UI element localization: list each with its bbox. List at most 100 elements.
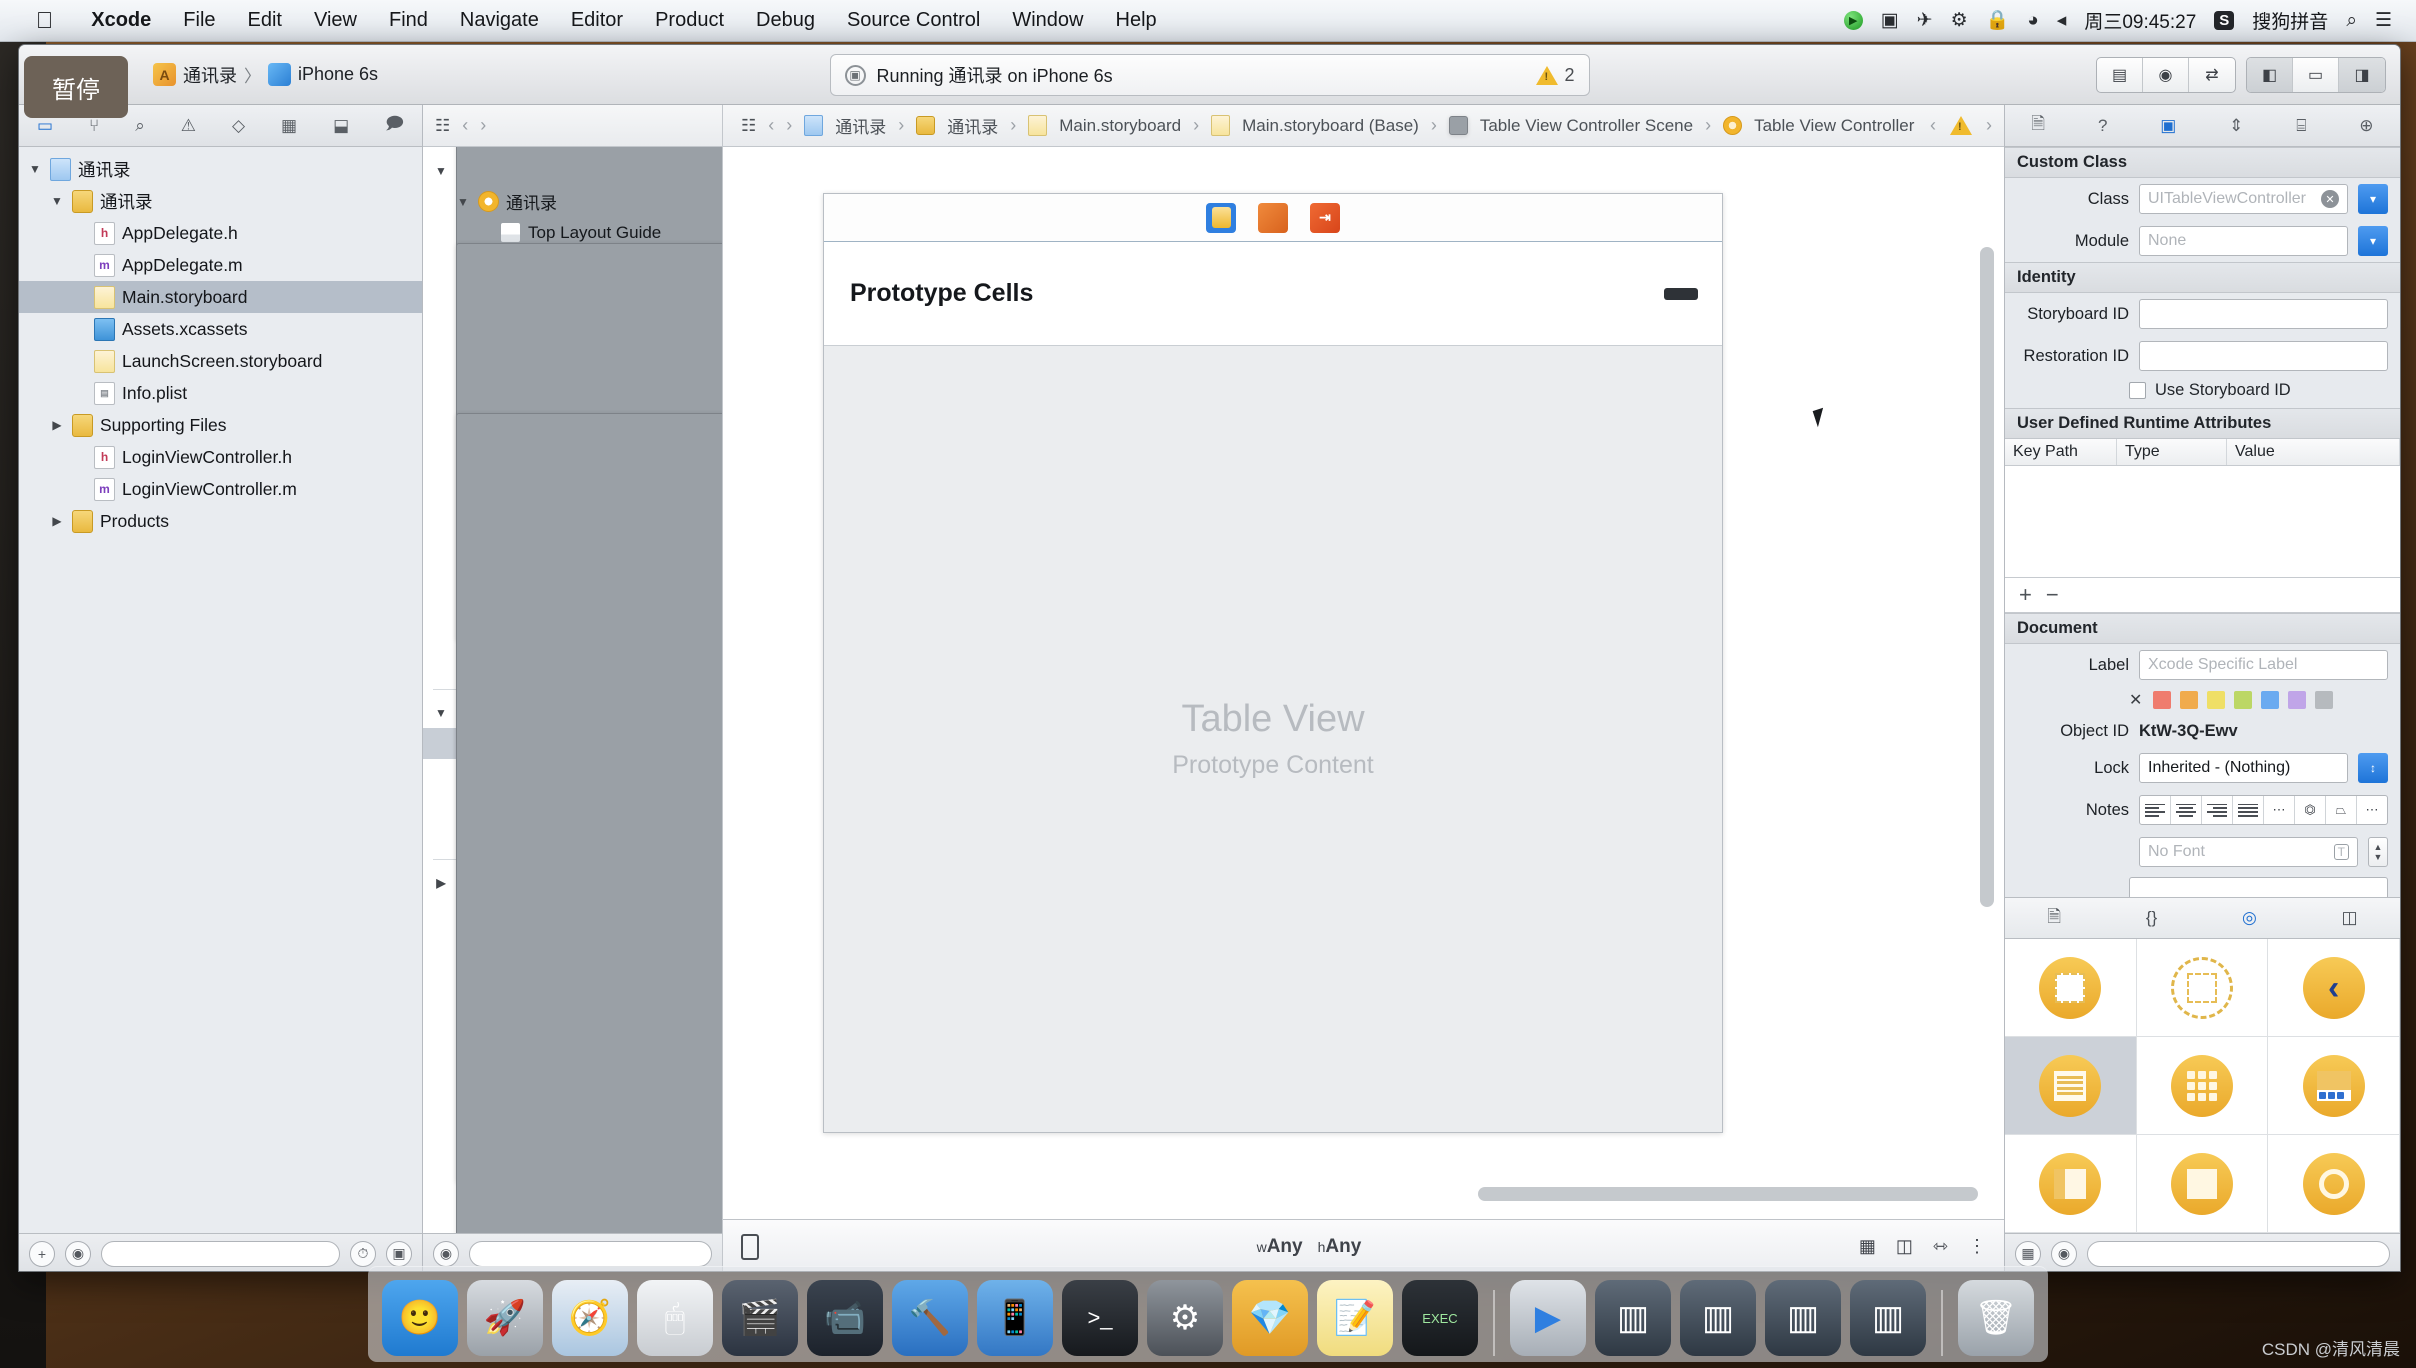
library-item-navigation-controller[interactable]: ‹ <box>2268 939 2400 1037</box>
dock-app-finder[interactable]: 🙂 <box>382 1280 458 1356</box>
library-view-toggle-button[interactable]: ▦ <box>2015 1240 2041 1267</box>
outline-row-nav-controller-scene[interactable]: ▶ ▤ Navigation Controller... <box>423 412 722 1233</box>
dock-app-mouse[interactable]: 🖱 <box>637 1280 713 1356</box>
size-inspector-tab[interactable]: ⌸ <box>2296 116 2306 136</box>
twisty-icon[interactable]: ▼ <box>27 162 43 176</box>
scheme-selector[interactable]: 通讯录 〉 iPhone 6s <box>141 58 390 92</box>
library-grid-icon[interactable]: ☷ <box>435 116 450 136</box>
nav-row-main-storyboard[interactable]: Main.storyboard <box>19 281 422 313</box>
font-stepper[interactable]: ▲ ▼ <box>2368 837 2388 867</box>
input-method-badge[interactable]: S <box>2214 11 2235 30</box>
library-item-table-view-controller[interactable] <box>2005 1037 2137 1135</box>
remove-attribute-button[interactable]: − <box>2046 582 2059 608</box>
nav-row-appdelegate-m[interactable]: m AppDelegate.m <box>19 249 422 281</box>
media-library-tab[interactable]: ◫ <box>2342 908 2358 928</box>
breadcrumb-item-5[interactable]: Table View Controller <box>1754 116 1914 136</box>
bluetooth-icon[interactable]: ⚙ <box>1951 11 1968 30</box>
canvas-horizontal-scrollbar[interactable] <box>1478 1187 1978 1201</box>
file-inspector-tab[interactable]: 🗎 <box>2031 111 2045 140</box>
canvas-vertical-scrollbar[interactable] <box>1980 247 1994 907</box>
outline-filter-input[interactable] <box>469 1240 712 1267</box>
library-filter-input[interactable] <box>2087 1240 2390 1267</box>
search-icon[interactable]: ⌕ <box>2346 11 2357 30</box>
pin-icon[interactable]: ⇿ <box>1933 1236 1948 1257</box>
notification-center-icon[interactable]: ☰ <box>2375 11 2392 30</box>
library-item-view-controller[interactable] <box>2005 939 2137 1037</box>
swatch-red[interactable] <box>2153 691 2172 709</box>
library-item-tab-bar-controller[interactable] <box>2268 1037 2400 1135</box>
nav-row-appdelegate-h[interactable]: h AppDelegate.h <box>19 217 422 249</box>
more-options-icon[interactable]: ⋯ <box>2357 796 2387 824</box>
align-left-icon[interactable] <box>2140 796 2171 824</box>
twisty-icon[interactable]: ▼ <box>433 164 449 178</box>
class-input[interactable]: UITableViewController ✕ <box>2139 184 2348 214</box>
storyboard-id-input[interactable] <box>2139 299 2388 329</box>
version-editor-button[interactable]: ⇄ <box>2189 58 2235 92</box>
toggle-navigator-button[interactable]: ◧ <box>2247 57 2293 92</box>
dock-app-media[interactable]: ▶ <box>1510 1280 1586 1356</box>
dock-app-executable[interactable]: EXEC <box>1402 1280 1478 1356</box>
back-chevron-icon[interactable]: ‹ <box>462 115 468 136</box>
document-label-input[interactable]: Xcode Specific Label <box>2139 650 2388 680</box>
menu-item-product[interactable]: Product <box>639 9 740 32</box>
notes-textarea[interactable] <box>2129 877 2388 897</box>
twisty-icon[interactable]: ▼ <box>433 706 449 720</box>
module-dropdown-button[interactable]: ▾ <box>2358 226 2388 256</box>
dock-app-system-preferences[interactable]: ⚙ <box>1147 1280 1223 1356</box>
play-circle-icon[interactable]: ▶ <box>1843 11 1863 30</box>
source-control-filter-button[interactable]: ▣ <box>386 1240 412 1267</box>
notes-font-input[interactable]: No Font T <box>2139 837 2358 867</box>
lock-icon[interactable]: 🔒 <box>1986 11 2010 30</box>
no-color-icon[interactable]: ✕ <box>2129 690 2142 710</box>
embed-in-icon[interactable]: ▦ <box>1859 1236 1876 1257</box>
menu-item-edit[interactable]: Edit <box>232 9 298 32</box>
toggle-debug-area-button[interactable]: ▭ <box>2293 57 2339 92</box>
dock-app-simulator[interactable]: 📱 <box>977 1280 1053 1356</box>
library-item-page-view-controller[interactable] <box>2136 1135 2269 1233</box>
clear-icon[interactable]: ✕ <box>2321 190 2339 208</box>
issue-navigator-tab[interactable]: ⚠ <box>175 114 202 138</box>
identity-inspector-tab[interactable]: ▣ <box>2160 116 2176 136</box>
dock-app-sketch[interactable]: 💎 <box>1232 1280 1308 1356</box>
table-view-controller-scene[interactable]: ⇥ Prototype Cells Table View Prototype C… <box>823 193 1723 1133</box>
breakpoint-navigator-tab[interactable]: ⬓ <box>327 114 355 138</box>
nav-row-products[interactable]: ▶ Products <box>19 505 422 537</box>
menu-item-find[interactable]: Find <box>373 9 444 32</box>
assistant-editor-button[interactable]: ◉ <box>2143 57 2189 92</box>
find-navigator-tab[interactable]: ⌕ <box>129 114 151 138</box>
runtime-attributes-table-body[interactable] <box>2005 466 2400 578</box>
menu-item-navigate[interactable]: Navigate <box>444 9 555 32</box>
twisty-icon[interactable]: ▼ <box>49 194 65 208</box>
dock-app-terminal[interactable]: >_ <box>1062 1280 1138 1356</box>
dock-app-screen-2[interactable]: ▥ <box>1680 1280 1756 1356</box>
warning-icon[interactable] <box>1950 116 1972 135</box>
dock-app-xcode[interactable]: 🔨 <box>892 1280 968 1356</box>
library-options-button[interactable]: ◉ <box>2051 1240 2077 1267</box>
dock-app-screen-3[interactable]: ▥ <box>1765 1280 1841 1356</box>
next-issue-icon[interactable]: › <box>1986 115 1992 136</box>
airplane-icon[interactable]: ✈ <box>1917 11 1933 30</box>
breadcrumb-item-0[interactable]: 通讯录 <box>835 113 886 138</box>
dock-app-launchpad[interactable]: 🚀 <box>467 1280 543 1356</box>
menu-item-file[interactable]: File <box>167 9 231 32</box>
use-storyboard-id-row[interactable]: Use Storyboard ID <box>2005 377 2400 408</box>
resolve-issues-icon[interactable]: ⋮ <box>1968 1236 1986 1257</box>
connections-inspector-tab[interactable]: ⊕ <box>2359 116 2373 136</box>
dock-app-camera[interactable]: 📹 <box>807 1280 883 1356</box>
nav-row-info-plist[interactable]: ▤ Info.plist <box>19 377 422 409</box>
module-input[interactable]: None <box>2139 226 2348 256</box>
align-justify-icon[interactable] <box>2233 796 2264 824</box>
nav-row-loginviewcontroller-m[interactable]: m LoginViewController.m <box>19 473 422 505</box>
back-chevron-icon[interactable]: ‹ <box>768 115 774 136</box>
menu-item-window[interactable]: Window <box>996 9 1099 32</box>
nav-row-supporting-files[interactable]: ▶ Supporting Files <box>19 409 422 441</box>
add-attribute-button[interactable]: + <box>2019 582 2032 608</box>
outline-row-scene[interactable]: ▼ ▤ 通讯录 Scene <box>423 147 722 641</box>
menu-item-editor[interactable]: Editor <box>555 9 639 32</box>
prev-issue-icon[interactable]: ‹ <box>1930 115 1936 136</box>
dock-app-video[interactable]: 🎬 <box>722 1280 798 1356</box>
dock-app-safari[interactable]: 🧭 <box>552 1280 628 1356</box>
outline-options-button[interactable]: ◉ <box>433 1240 459 1267</box>
lock-select[interactable]: Inherited - (Nothing) <box>2139 753 2348 783</box>
align-center-icon[interactable] <box>2171 796 2202 824</box>
